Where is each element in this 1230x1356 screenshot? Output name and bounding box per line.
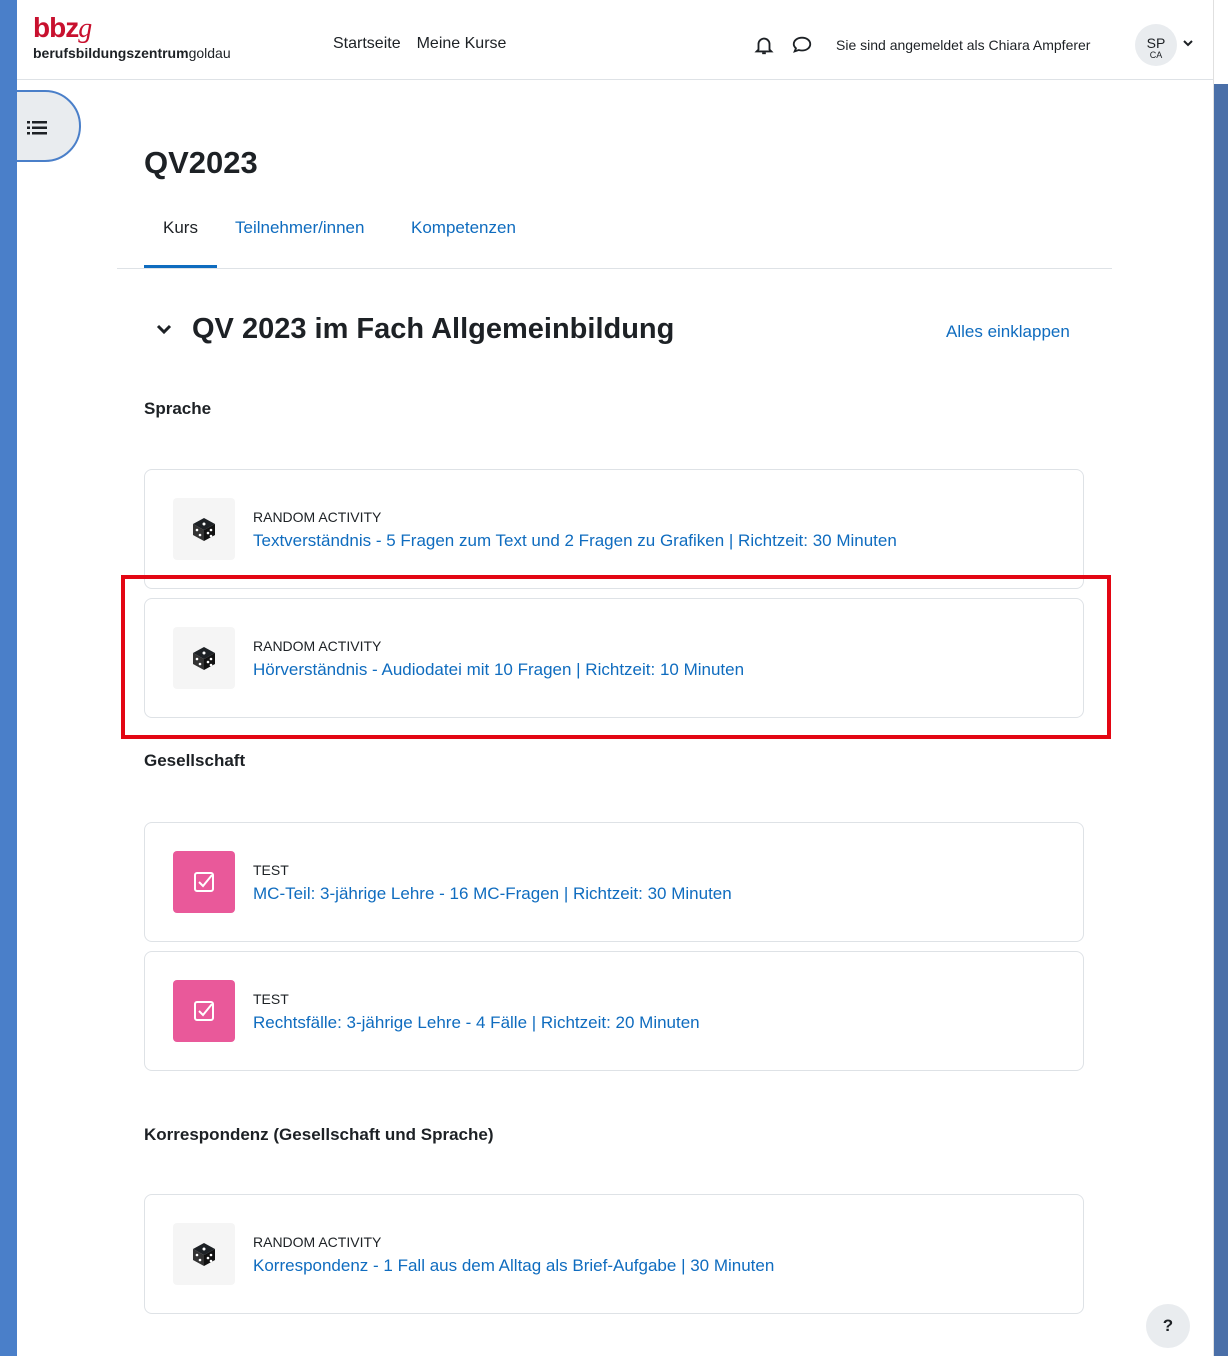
activity-card[interactable]: RANDOM ACTIVITY Korrespondenz - 1 Fall a…	[144, 1194, 1084, 1314]
activity-type-label: RANDOM ACTIVITY	[253, 638, 382, 654]
dice-icon	[193, 518, 215, 541]
activity-card[interactable]: TEST MC-Teil: 3-jährige Lehre - 16 MC-Fr…	[144, 822, 1084, 942]
dice-icon	[193, 647, 215, 670]
messages-chat-icon[interactable]	[791, 34, 813, 61]
chevron-down-icon[interactable]	[1181, 36, 1195, 50]
page-title: QV2023	[144, 145, 258, 180]
nav-home[interactable]: Startseite	[333, 35, 401, 52]
quiz-check-icon	[194, 872, 214, 892]
activity-icon-box	[173, 627, 235, 689]
subsection-heading: Korrespondenz (Gesellschaft und Sprache)	[144, 1125, 494, 1144]
activity-card[interactable]: TEST Rechtsfälle: 3-jährige Lehre - 4 Fä…	[144, 951, 1084, 1071]
scrollbar-thumb[interactable]	[1214, 84, 1228, 1356]
activity-card[interactable]: RANDOM ACTIVITY Hörverständnis - Audioda…	[144, 598, 1084, 718]
help-button[interactable]: ?	[1146, 1304, 1190, 1348]
quiz-check-icon	[194, 1001, 214, 1021]
activity-type-label: RANDOM ACTIVITY	[253, 509, 382, 525]
top-icons	[753, 34, 813, 61]
activity-link[interactable]: Hörverständnis - Audiodatei mit 10 Frage…	[253, 660, 744, 680]
tab-course[interactable]: Kurs	[163, 218, 198, 238]
site-logo[interactable]: bbzg berufsbildungszentrumgoldau	[33, 12, 231, 62]
logo-mark: bbzg	[33, 12, 92, 44]
subsection-heading: Sprache	[144, 399, 212, 418]
avatar-sub-initials: CA	[1149, 50, 1163, 60]
tab-competencies[interactable]: Kompetenzen	[411, 218, 516, 238]
activity-type-label: TEST	[253, 862, 289, 878]
nav-my-courses[interactable]: Meine Kurse	[417, 35, 507, 52]
activity-icon-box	[173, 498, 235, 560]
course-index-toggle[interactable]	[17, 90, 81, 162]
activity-link[interactable]: Textverständnis - 5 Fragen zum Text und …	[253, 531, 897, 551]
window-left-edge	[0, 0, 17, 1356]
activity-type-label: TEST	[253, 991, 289, 1007]
notifications-bell-icon[interactable]	[753, 34, 775, 61]
logged-in-as-text: Sie sind angemeldet als Chiara Ampferer	[836, 37, 1091, 53]
tab-participants[interactable]: Teilnehmer/innen	[235, 218, 364, 238]
user-avatar[interactable]: SP CA	[1135, 24, 1177, 66]
activity-link[interactable]: Rechtsfälle: 3-jährige Lehre - 4 Fälle |…	[253, 1013, 700, 1033]
activity-card[interactable]: RANDOM ACTIVITY Textverständnis - 5 Frag…	[144, 469, 1084, 589]
dice-icon	[193, 1243, 215, 1266]
avatar-initials: SP	[1146, 35, 1166, 51]
activity-icon-box	[173, 851, 235, 913]
collapse-all-link[interactable]: Alles einklappen	[946, 322, 1070, 342]
tabs-divider	[117, 268, 1112, 269]
subsection-heading: Gesellschaft	[144, 751, 246, 770]
page: bbzg berufsbildungszentrumgoldau Startse…	[17, 0, 1213, 1356]
activity-icon-box	[173, 980, 235, 1042]
primary-nav: Startseite Meine Kurse	[333, 35, 522, 53]
activity-link[interactable]: MC-Teil: 3-jährige Lehre - 16 MC-Fragen …	[253, 884, 732, 904]
section-collapse-chevron-icon[interactable]	[155, 320, 173, 338]
activity-type-label: RANDOM ACTIVITY	[253, 1234, 382, 1250]
activity-link[interactable]: Korrespondenz - 1 Fall aus dem Alltag al…	[253, 1256, 774, 1276]
logo-wordmark: berufsbildungszentrumgoldau	[33, 45, 231, 61]
list-icon	[27, 121, 47, 135]
section-title: QV 2023 im Fach Allgemeinbildung	[192, 313, 675, 345]
navbar: bbzg berufsbildungszentrumgoldau Startse…	[17, 0, 1213, 80]
activity-icon-box	[173, 1223, 235, 1285]
